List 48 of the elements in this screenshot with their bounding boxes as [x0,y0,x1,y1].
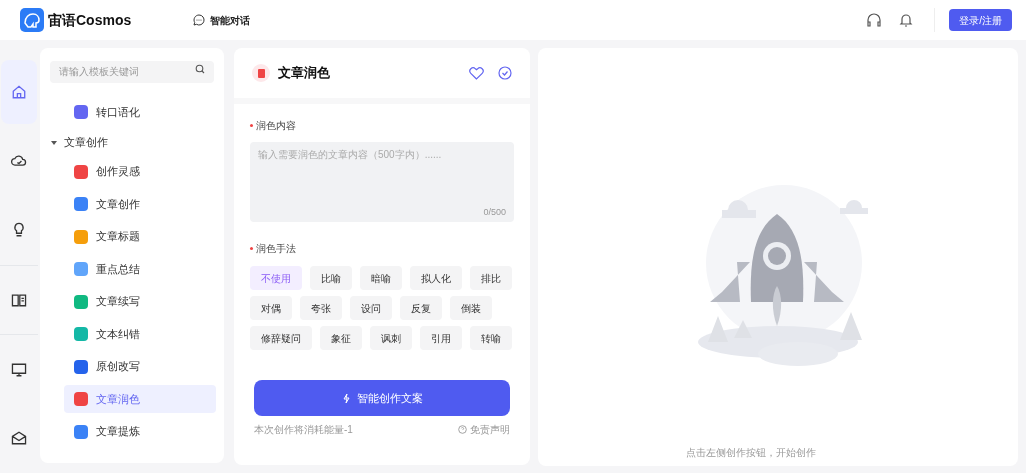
template-item[interactable]: 文章续写 [64,287,216,316]
help-icon [458,425,467,434]
method-chip[interactable]: 比喻 [310,266,352,290]
method-chip[interactable]: 设问 [350,296,392,320]
method-chip[interactable]: 象征 [320,326,362,350]
method-chip[interactable]: 引用 [420,326,462,350]
template-icon [252,64,270,82]
template-item[interactable]: 文章创作 [64,190,216,218]
field-label: 润色手法 [256,242,296,256]
lightning-icon [341,392,351,404]
template-item[interactable]: 文章润色 [64,385,216,413]
search-field[interactable]: 请输入模板关键词 [50,60,214,83]
template-item[interactable]: 文章标题 [64,222,216,251]
headphones-icon[interactable] [866,12,883,28]
template-item[interactable]: 文章提炼 [64,417,216,446]
method-chip[interactable]: 排比 [470,266,512,290]
method-chip[interactable]: 暗喻 [360,266,402,290]
template-item[interactable]: 创作灵感 [64,157,216,186]
method-chip[interactable]: 不使用 [250,266,302,290]
field-label: 润色内容 [256,119,296,133]
method-chip[interactable]: 对偶 [250,296,292,320]
logo-icon [20,8,44,32]
caret-icon[interactable] [50,138,58,147]
method-chip[interactable]: 拟人化 [410,266,462,290]
logo-text: 宙语Cosmos [48,10,132,30]
method-chip[interactable]: 转喻 [470,326,512,350]
search-icon[interactable] [195,64,205,74]
cost-note: 本次创作将消耗能量-1 [254,423,353,437]
form-title: 文章润色 [278,64,330,83]
template-item[interactable]: 原创改写 [64,352,216,381]
heart-icon[interactable] [469,66,484,80]
check-circle-icon[interactable] [498,66,512,80]
template-item[interactable]: 转口语化 [64,98,216,126]
template-item[interactable]: 重点总结 [64,255,216,283]
nav-tab[interactable]: 智能对话 [193,12,251,28]
login-button[interactable]: 登录/注册 [949,9,1012,31]
method-chip[interactable]: 讽刺 [370,326,412,350]
template-item[interactable]: 文本纠错 [64,320,216,348]
bell-icon[interactable] [898,12,915,28]
chat-icon [193,14,206,26]
char-counter: 0/500 [483,205,506,219]
category-label[interactable]: 文章创作 [64,134,108,151]
method-chip[interactable]: 倒装 [450,296,492,320]
method-chip[interactable]: 夸张 [300,296,342,320]
method-chip[interactable]: 反复 [400,296,442,320]
method-chip[interactable]: 修辞疑问 [250,326,312,350]
empty-hint: 点击左侧创作按钮，开始创作 [685,446,816,460]
generate-button[interactable]: 智能创作文案 [254,380,510,416]
